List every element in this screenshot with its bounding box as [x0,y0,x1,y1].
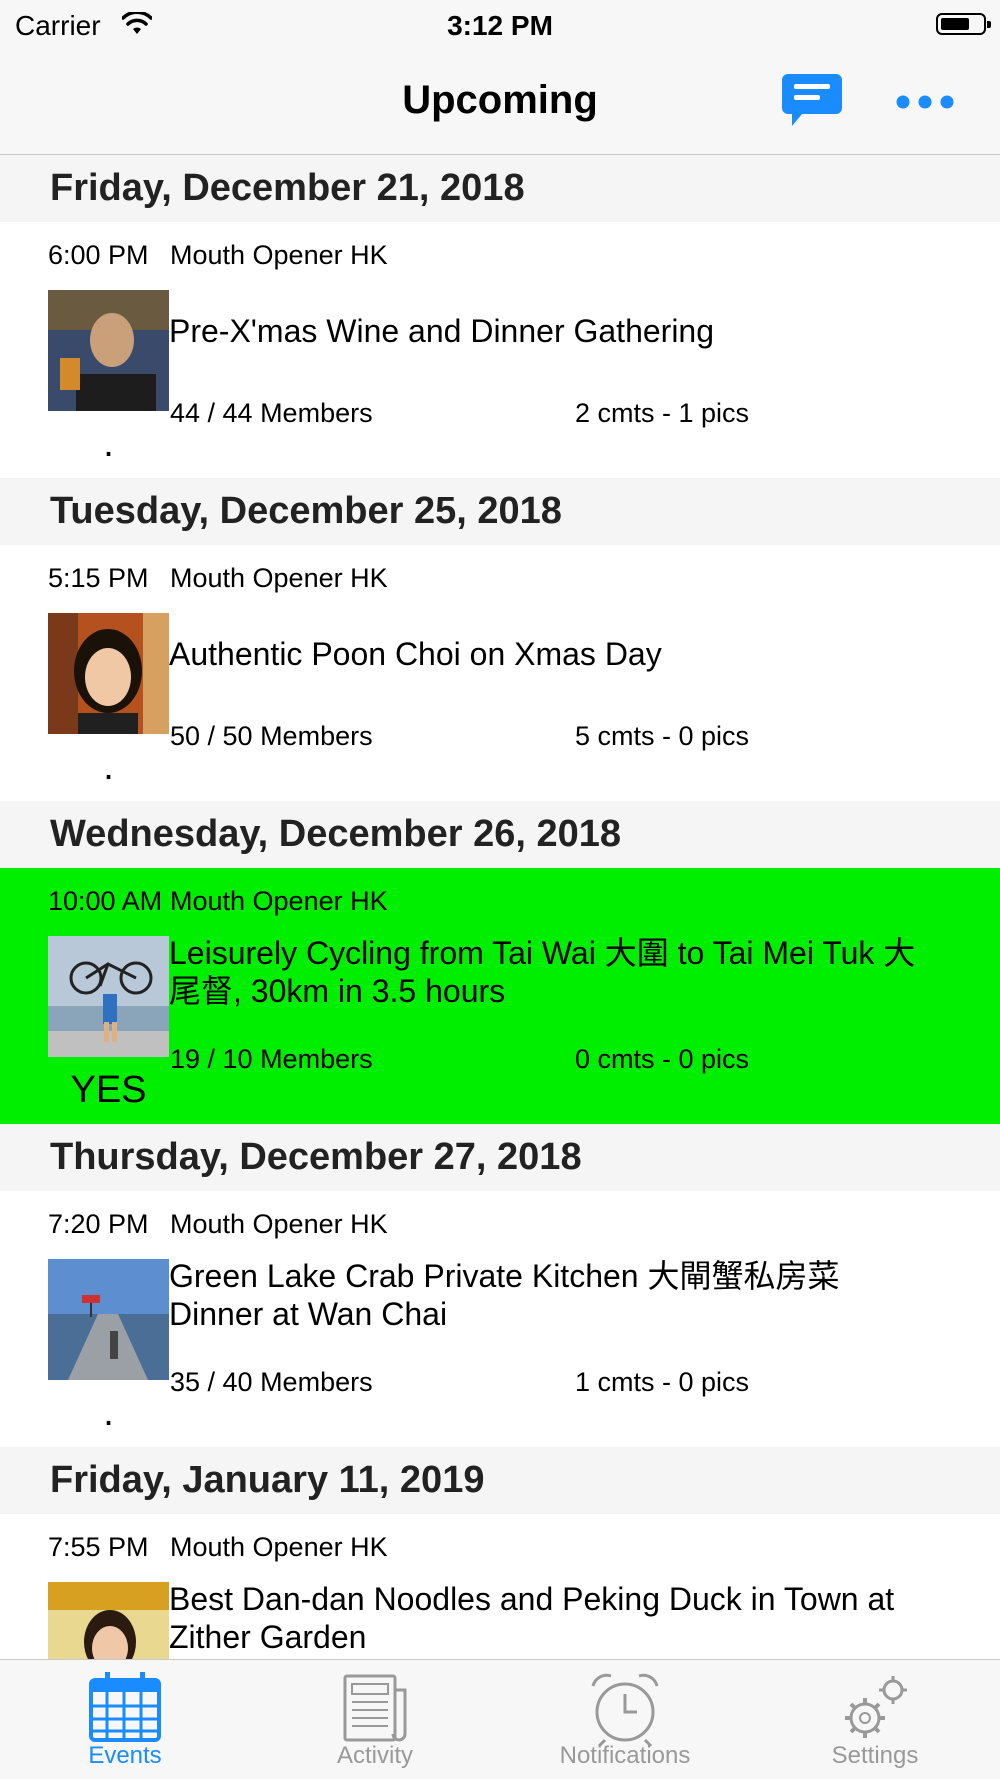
event-counts: 0 cmts - 0 pics [575,1044,750,1074]
status-time: 3:12 PM [447,10,553,41]
event-members: 35 / 40 Members [170,1367,373,1397]
section-header-date: Tuesday, December 25, 2018 [0,478,1000,545]
tab-bar: Events Activity Notifications Settings [0,1659,1000,1779]
rsvp-status: YES [70,1069,147,1111]
calendar-icon [89,1672,161,1742]
rsvp-status: . [103,423,114,465]
event-title: Green Lake Crab Private Kitchen 大閘蟹私房菜 D… [169,1258,840,1332]
event-time: 10:00 AM [48,886,163,916]
event-members: 44 / 44 Members [170,398,373,428]
event-title: Pre-X'mas Wine and Dinner Gathering [169,313,715,349]
status-bar: Carrier 3:12 PM [0,0,1000,50]
event-row[interactable]: 5:15 PM Mouth Opener HK Authentic Poon C… [0,545,1000,801]
alarm-clock-icon [591,1673,659,1748]
event-counts: 2 cmts - 1 pics [575,398,750,428]
rsvp-status: . [103,1392,114,1434]
tab-activity[interactable]: Activity [250,1660,500,1779]
event-members: 50 / 50 Members [170,721,373,751]
event-title: Authentic Poon Choi on Xmas Day [169,636,662,672]
event-thumbnail [48,613,169,734]
event-group: Mouth Opener HK [170,240,388,270]
battery-icon [936,13,991,35]
event-row[interactable]: 7:20 PM Mouth Opener HK Green Lake Crab … [0,1191,1000,1447]
event-row[interactable]: 6:00 PM Mouth Opener HK Pre-X'mas Wine a… [0,222,1000,478]
event-time: 5:15 PM [48,563,149,593]
newspaper-icon [343,1674,407,1742]
event-time: 6:00 PM [48,240,149,270]
tab-label: Events [88,1742,162,1769]
section-header-date: Wednesday, December 26, 2018 [0,801,1000,868]
event-group: Mouth Opener HK [170,886,388,916]
section-header-date: Thursday, December 27, 2018 [0,1124,1000,1191]
event-row[interactable]: 7:55 PM Mouth Opener HK Best Dan-dan Noo… [0,1514,1000,1659]
navigation-bar: Upcoming [0,50,1000,155]
tab-label: Notifications [559,1742,691,1769]
event-group: Mouth Opener HK [170,1209,388,1239]
event-title: Best Dan-dan Noodles and Peking Duck in … [169,1581,895,1655]
event-thumbnail [48,290,169,411]
rsvp-status: . [103,746,114,788]
page-title: Upcoming [402,78,598,122]
event-thumbnail [48,936,169,1057]
tab-events[interactable]: Events [0,1660,250,1779]
event-title: Leisurely Cycling from Tai Wai 大圍 to Tai… [169,935,916,1009]
tab-notifications[interactable]: Notifications [500,1660,750,1779]
event-counts: 1 cmts - 0 pics [575,1367,750,1397]
event-time: 7:55 PM [48,1532,149,1562]
event-members: 19 / 10 Members [170,1044,373,1074]
event-group: Mouth Opener HK [170,1532,388,1562]
event-row[interactable]: 10:00 AM Mouth Opener HK Leisurely Cycli… [0,868,1000,1124]
gears-icon [845,1676,907,1738]
ellipsis-icon[interactable] [892,86,958,118]
event-counts: 5 cmts - 0 pics [575,721,750,751]
event-time: 7:20 PM [48,1209,149,1239]
event-group: Mouth Opener HK [170,563,388,593]
section-header-date: Friday, January 11, 2019 [0,1447,1000,1514]
event-thumbnail [48,1582,169,1659]
event-list[interactable]: Friday, December 21, 2018 6:00 PM Mouth … [0,155,1000,1659]
tab-label: Settings [831,1742,919,1769]
section-header-date: Friday, December 21, 2018 [0,155,1000,222]
chat-bubble-icon[interactable] [780,70,844,134]
tab-label: Activity [336,1742,413,1769]
tab-settings[interactable]: Settings [750,1660,1000,1779]
event-thumbnail [48,1259,169,1380]
